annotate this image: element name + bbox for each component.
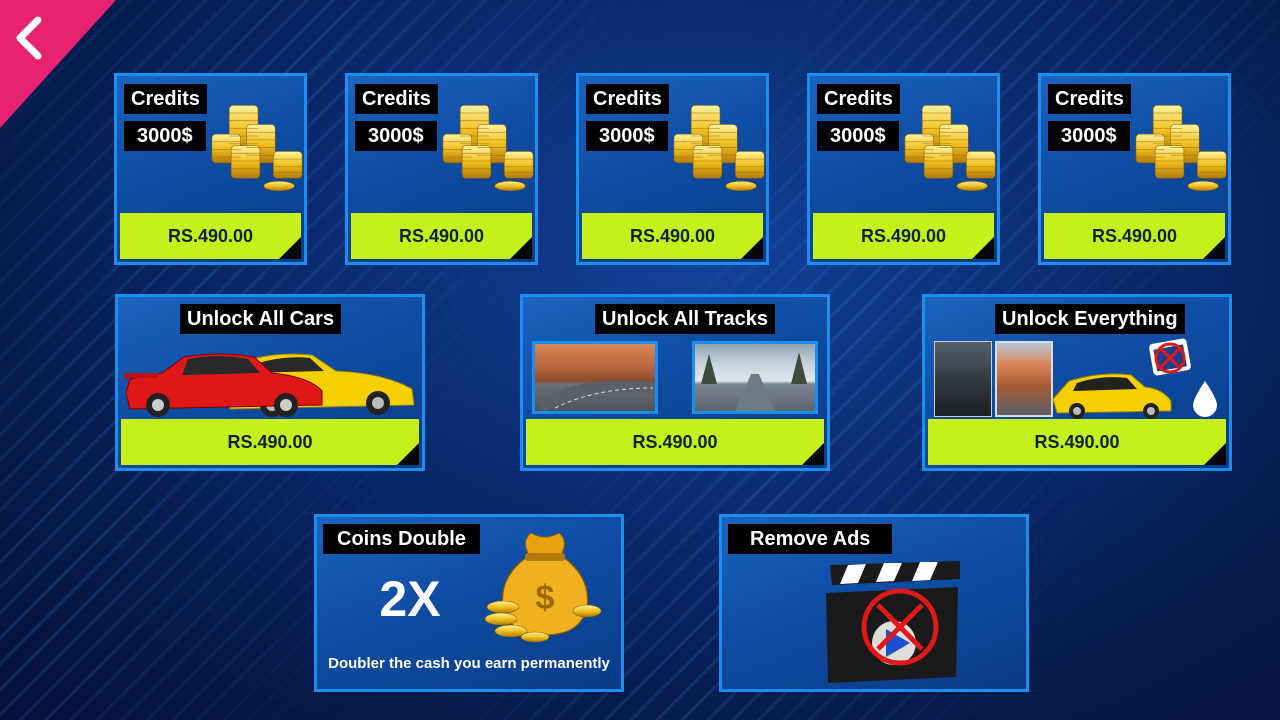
credits-amount: 3000$ (1048, 121, 1130, 151)
credits-title: Credits (1048, 84, 1131, 114)
coin-stack-icon (672, 103, 768, 195)
unlock-everything-card[interactable]: Unlock Everything RS.490.00 (922, 294, 1232, 471)
price-button[interactable]: RS.490.00 (351, 213, 532, 259)
credits-amount: 3000$ (586, 121, 668, 151)
back-button[interactable] (0, 0, 116, 128)
credits-pack-1[interactable]: Credits 3000$ RS.490.00 (114, 73, 307, 265)
unlock-all-tracks-card[interactable]: Unlock All Tracks RS.490.00 (520, 294, 830, 471)
credits-amount: 3000$ (124, 121, 206, 151)
svg-text:$: $ (536, 579, 555, 617)
clapperboard-no-ads-icon (826, 561, 960, 683)
price-label: RS.490.00 (398, 226, 485, 246)
coins-double-card[interactable]: Coins Double 2X $ Doubler the cash you e… (314, 514, 624, 692)
money-bag-icon: $ (484, 532, 602, 643)
unlock-everything-title: Unlock Everything (995, 304, 1185, 334)
price-label: RS.490.00 (167, 226, 254, 246)
coins-double-description: Doubler the cash you earn permanently (328, 655, 610, 672)
corner-triangle (1203, 237, 1225, 259)
credits-amount: 3000$ (355, 121, 437, 151)
coin-stack-icon (1134, 103, 1230, 195)
coin-stack-icon (210, 103, 306, 195)
price-button[interactable]: RS.490.00 (526, 419, 824, 465)
cars-image (124, 353, 415, 417)
remove-ads-card[interactable]: Remove Ads (719, 514, 1029, 692)
price-button[interactable]: RS.490.00 (121, 419, 419, 465)
city-track-thumbnail (934, 341, 992, 417)
corner-triangle (972, 237, 994, 259)
water-drop-icon (1193, 381, 1217, 417)
credits-pack-3[interactable]: Credits 3000$ RS.490.00 (576, 73, 769, 265)
credits-pack-5[interactable]: Credits 3000$ RS.490.00 (1038, 73, 1231, 265)
price-button[interactable]: RS.490.00 (1044, 213, 1225, 259)
canyon-track-thumbnail (995, 341, 1053, 417)
remove-ads-title: Remove Ads (728, 524, 893, 554)
price-button[interactable]: RS.490.00 (928, 419, 1226, 465)
price-button[interactable]: RS.490.00 (120, 213, 301, 259)
credits-title: Credits (355, 84, 438, 114)
desert-track-thumbnail (532, 341, 658, 414)
credits-title: Credits (586, 84, 669, 114)
credits-pack-2[interactable]: Credits 3000$ RS.490.00 (345, 73, 538, 265)
credits-title: Credits (817, 84, 900, 114)
coin-stack-icon (903, 103, 999, 195)
snow-track-thumbnail (692, 341, 818, 414)
price-label: RS.490.00 (632, 432, 718, 452)
credits-title: Credits (124, 84, 207, 114)
unlock-tracks-title: Unlock All Tracks (595, 304, 775, 334)
price-label: RS.490.00 (1091, 226, 1178, 246)
price-label: RS.490.00 (629, 226, 716, 246)
price-button[interactable]: RS.490.00 (813, 213, 994, 259)
corner-triangle (510, 237, 532, 259)
price-button[interactable]: RS.490.00 (582, 213, 763, 259)
multiplier-label: 2X (379, 571, 441, 627)
corner-triangle (397, 443, 419, 465)
price-label: RS.490.00 (860, 226, 947, 246)
no-ads-icon (1149, 338, 1191, 376)
corner-triangle (1204, 443, 1226, 465)
chevron-left-icon (16, 16, 42, 60)
corner-triangle (279, 237, 301, 259)
coins-double-title: Coins Double (323, 524, 480, 554)
unlock-all-cars-card[interactable]: Unlock All Cars RS.490.00 (115, 294, 425, 471)
price-label: RS.490.00 (1034, 432, 1120, 452)
corner-triangle (741, 237, 763, 259)
price-label: RS.490.00 (227, 432, 313, 452)
coin-stack-icon (441, 103, 537, 195)
corner-triangle (802, 443, 824, 465)
credits-pack-4[interactable]: Credits 3000$ RS.490.00 (807, 73, 1000, 265)
credits-amount: 3000$ (817, 121, 899, 151)
unlock-cars-title: Unlock All Cars (180, 304, 342, 334)
